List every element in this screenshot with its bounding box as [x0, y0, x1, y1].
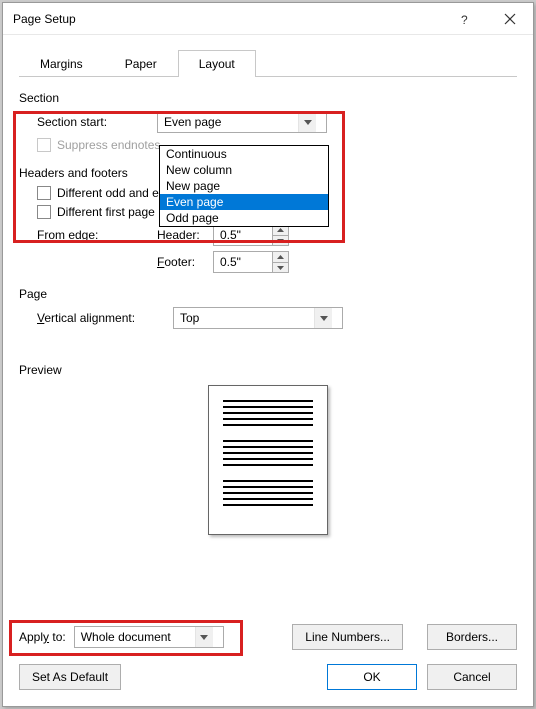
dropdown-icon[interactable]: [314, 308, 332, 328]
dropdown-option[interactable]: New column: [160, 162, 328, 178]
ok-button[interactable]: OK: [327, 664, 417, 690]
close-button[interactable]: [487, 3, 533, 34]
spin-down-icon[interactable]: [272, 262, 288, 272]
dropdown-option[interactable]: Continuous: [160, 146, 328, 162]
header-spinner[interactable]: 0.5": [213, 224, 289, 246]
suppress-endnotes-checkbox: Suppress endnotes: [37, 138, 160, 152]
spin-down-icon[interactable]: [272, 235, 288, 245]
dropdown-icon[interactable]: [195, 627, 213, 647]
checkbox-box: [37, 138, 51, 152]
apply-to-value: Whole document: [75, 630, 195, 644]
footer-value: 0.5": [214, 255, 272, 269]
checkbox-box: [37, 205, 51, 219]
suppress-endnotes-label: Suppress endnotes: [57, 138, 160, 152]
apply-to-combo[interactable]: Whole document: [74, 626, 224, 648]
valign-value: Top: [174, 311, 314, 325]
line-numbers-button[interactable]: Line Numbers...: [292, 624, 403, 650]
page-setup-dialog: Page Setup ? Margins Paper Layout Sectio…: [2, 2, 534, 707]
from-edge-label: From edge:: [37, 228, 157, 242]
section-start-combo[interactable]: Even page: [157, 111, 327, 133]
set-as-default-button[interactable]: Set As Default: [19, 664, 121, 690]
different-first-page-checkbox[interactable]: Different first page: [37, 205, 155, 219]
borders-button[interactable]: Borders...: [427, 624, 517, 650]
dialog-title: Page Setup: [13, 12, 76, 26]
titlebar: Page Setup ?: [3, 3, 533, 35]
dropdown-option-selected[interactable]: Even page: [160, 194, 328, 210]
section-start-label: Section start:: [37, 115, 157, 129]
spin-up-icon[interactable]: [272, 252, 288, 262]
preview-thumbnail: [208, 385, 328, 535]
tab-layout[interactable]: Layout: [178, 50, 256, 77]
section-start-dropdown-list[interactable]: Continuous New column New page Even page…: [159, 145, 329, 227]
footer-label: Footer:: [157, 255, 213, 269]
svg-text:?: ?: [461, 13, 468, 25]
different-first-page-label: Different first page: [57, 205, 155, 219]
dropdown-option[interactable]: Odd page: [160, 210, 328, 226]
valign-label: Vertical alignment:: [37, 311, 173, 325]
dropdown-icon[interactable]: [298, 112, 316, 132]
different-odd-even-checkbox[interactable]: Different odd and even: [37, 186, 178, 200]
header-label: Header:: [157, 228, 213, 242]
tab-paper[interactable]: Paper: [104, 50, 178, 77]
dropdown-option[interactable]: New page: [160, 178, 328, 194]
tab-strip: Margins Paper Layout: [19, 49, 517, 77]
preview-heading: Preview: [19, 363, 517, 377]
footer-spinner[interactable]: 0.5": [213, 251, 289, 273]
page-heading: Page: [19, 287, 517, 301]
cancel-button[interactable]: Cancel: [427, 664, 517, 690]
help-button[interactable]: ?: [441, 3, 487, 34]
header-value: 0.5": [214, 228, 272, 242]
checkbox-box: [37, 186, 51, 200]
valign-combo[interactable]: Top: [173, 307, 343, 329]
tab-margins[interactable]: Margins: [19, 50, 104, 77]
apply-to-label: Apply to:: [19, 630, 66, 644]
section-start-value: Even page: [158, 115, 298, 129]
section-heading: Section: [19, 91, 517, 105]
